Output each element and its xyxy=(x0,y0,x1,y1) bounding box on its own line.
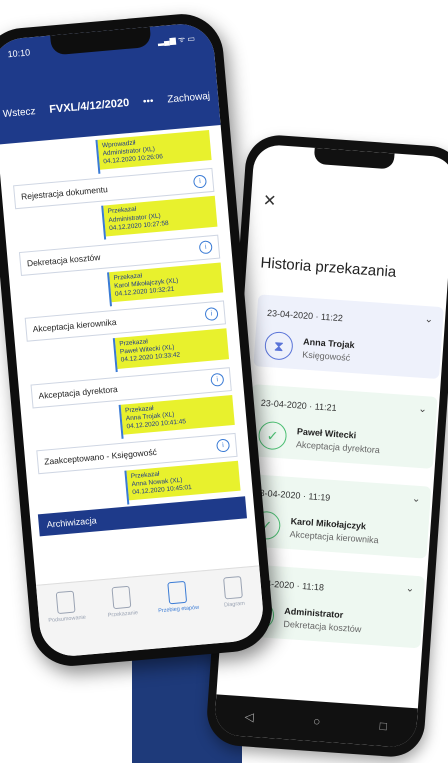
hourglass-icon: ⧗ xyxy=(263,330,294,361)
tab-summary[interactable]: Podsumowanie xyxy=(43,589,90,624)
tab-label: Diagram xyxy=(223,600,246,609)
tab-stages[interactable]: Przebieg etapów xyxy=(154,580,201,615)
stage-label: Zaakceptowano - Księgowość xyxy=(43,446,158,467)
history-time: 23-04-2020 · 11:22 xyxy=(266,307,344,324)
history-note: Przekazał Paweł Witecki (XL) 04.12.2020 10… xyxy=(114,328,230,369)
nav-bar: Wstecz FVXL/4/12/2020 ••• Zachowaj xyxy=(2,90,210,120)
document-icon xyxy=(111,585,132,610)
back-button[interactable]: Wstecz xyxy=(2,106,36,120)
stage-archive[interactable]: Archiwizacja xyxy=(37,496,248,537)
diagram-icon xyxy=(223,575,243,600)
tab-label: Przekazanie xyxy=(107,610,139,619)
workflow-list: Wprowadził Administrator (XL) 04.12.2020 1… xyxy=(6,130,248,541)
history-name: Anna Trojak xyxy=(302,336,355,350)
history-role: Dekretacja kosztów xyxy=(283,618,362,634)
history-note: Przekazał Administrator (XL) 04.12.2020 10… xyxy=(103,196,218,237)
close-icon[interactable]: ✕ xyxy=(262,190,277,211)
tab-label: Podsumowanie xyxy=(48,614,87,624)
tab-diagram[interactable]: Diagram xyxy=(210,575,257,610)
status-time: 10:10 xyxy=(7,47,31,60)
iphone-screen: 10:10 ▂▄▆ ᯤ ▭ Wstecz FVXL/4/12/2020 ••• … xyxy=(0,21,266,659)
history-note: Wprowadził Administrator (XL) 04.12.2020 1… xyxy=(97,130,212,171)
chevron-down-icon[interactable]: ⌄ xyxy=(412,494,421,506)
history-role: Akceptacja kierownika xyxy=(289,528,379,545)
history-card[interactable]: 23-04-2020 · 11:21 ⌄ ✓ Paweł Witecki Akc… xyxy=(247,384,438,469)
document-number: FVXL/4/12/2020 xyxy=(48,96,130,116)
more-button[interactable]: ••• xyxy=(143,95,154,107)
document-icon xyxy=(55,590,76,615)
info-icon[interactable]: i xyxy=(198,240,213,255)
info-icon[interactable]: i xyxy=(216,438,231,453)
stage-label: Akceptacja kierownika xyxy=(32,316,117,335)
history-role: Akceptacja dyrektora xyxy=(295,438,381,455)
recent-apps-icon[interactable]: □ xyxy=(379,719,387,733)
status-icons: ▂▄▆ ᯤ ▭ xyxy=(157,33,196,47)
info-icon[interactable]: i xyxy=(204,306,219,321)
back-nav-icon[interactable]: ◁ xyxy=(244,709,254,724)
history-card[interactable]: 23-04-2020 · 11:22 ⌄ ⧗ Anna Trojak Księg… xyxy=(253,294,444,380)
history-card[interactable]: 23-04-2020 · 11:19 ⌄ ✓ Karol Mikołajczyk… xyxy=(240,473,432,559)
home-nav-icon[interactable]: ○ xyxy=(313,714,321,728)
tab-label: Przebieg etapów xyxy=(158,604,200,615)
info-icon[interactable]: i xyxy=(192,174,207,189)
history-note: Przekazał Karol Mikołajczyk (XL) 04.12.202… xyxy=(109,262,224,303)
history-role: Księgowość xyxy=(301,349,351,363)
stage-label: Akceptacja dyrektora xyxy=(38,383,119,401)
iphone-notch xyxy=(50,26,152,56)
app-header: 10:10 ▂▄▆ ᯤ ▭ Wstecz FVXL/4/12/2020 ••• … xyxy=(0,21,221,145)
history-note: Przekazał Anna Nowak (XL) 04.12.2020 10:45… xyxy=(126,460,241,501)
workflow-icon xyxy=(167,580,188,605)
history-time: 23-04-2020 · 11:19 xyxy=(254,487,331,503)
tab-transfer[interactable]: Przekazanie xyxy=(99,585,146,620)
info-icon[interactable]: i xyxy=(210,372,225,387)
tab-bar: Podsumowanie Przekazanie Przebieg etapów… xyxy=(35,565,266,659)
stage-label: Rejestracja dokumentu xyxy=(20,184,109,203)
history-time: 23-04-2020 · 11:21 xyxy=(260,397,337,414)
android-nav-bar: ◁ ○ □ xyxy=(213,694,418,749)
android-notch xyxy=(313,147,395,170)
stage-label: Dekretacja kosztów xyxy=(26,251,101,269)
chevron-down-icon[interactable]: ⌄ xyxy=(424,314,433,326)
chevron-down-icon[interactable]: ⌄ xyxy=(405,583,414,595)
check-icon: ✓ xyxy=(257,420,288,451)
save-button[interactable]: Zachowaj xyxy=(167,90,211,105)
iphone: 10:10 ▂▄▆ ᯤ ▭ Wstecz FVXL/4/12/2020 ••• … xyxy=(0,10,276,670)
history-title: Historia przekazania xyxy=(260,254,397,281)
history-note: Przekazał Anna Trojak (XL) 04.12.2020 10:4… xyxy=(120,394,235,435)
chevron-down-icon[interactable]: ⌄ xyxy=(418,404,427,416)
